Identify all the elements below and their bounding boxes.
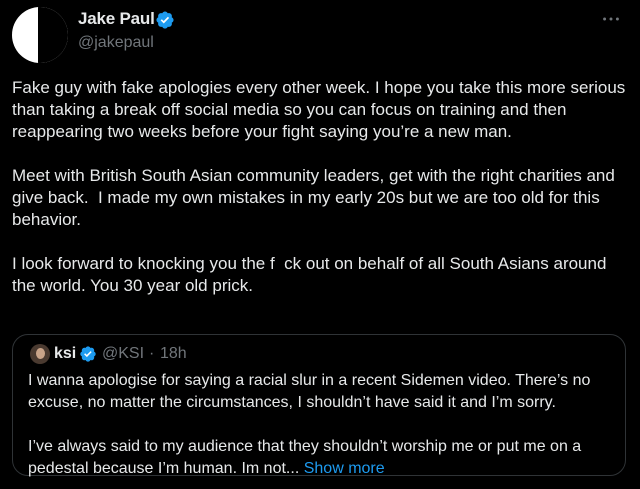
tweet-paragraph: Fake guy with fake apologies every other… — [12, 78, 631, 141]
quote-paragraph: I wanna apologise for saying a racial sl… — [28, 372, 591, 411]
quote-avatar[interactable] — [30, 344, 50, 364]
author-handle[interactable]: @jakepaul — [78, 34, 154, 52]
quote-paragraph-last: I’ve always said to my audience that the… — [28, 436, 618, 480]
quote-avatar-face — [36, 348, 45, 359]
show-more-link[interactable]: Show more — [304, 460, 385, 477]
quote-separator: · — [149, 345, 155, 362]
quoted-tweet-card[interactable]: ksi @KSI · 18h I wanna apologise for say… — [12, 334, 626, 477]
tweet-paragraph: Meet with British South Asian community … — [12, 166, 620, 229]
quote-author-display-name: ksi — [54, 345, 77, 362]
tweet-paragraph: I look forward to knocking you the f ck … — [12, 254, 612, 295]
quote-timestamp: 18h — [160, 345, 187, 362]
avatar[interactable] — [12, 7, 68, 63]
tweet-text: Fake guy with fake apologies every other… — [12, 77, 628, 297]
author-display-name[interactable]: Jake Paul — [78, 9, 155, 29]
avatar-dark-half — [38, 7, 68, 63]
quote-verified-badge-icon — [80, 346, 96, 362]
quote-text: I wanna apologise for saying a racial sl… — [28, 370, 618, 480]
verified-badge-icon — [156, 11, 174, 29]
more-options-ellipsis-icon[interactable] — [600, 8, 622, 30]
quote-author-handle: @KSI — [102, 345, 145, 362]
